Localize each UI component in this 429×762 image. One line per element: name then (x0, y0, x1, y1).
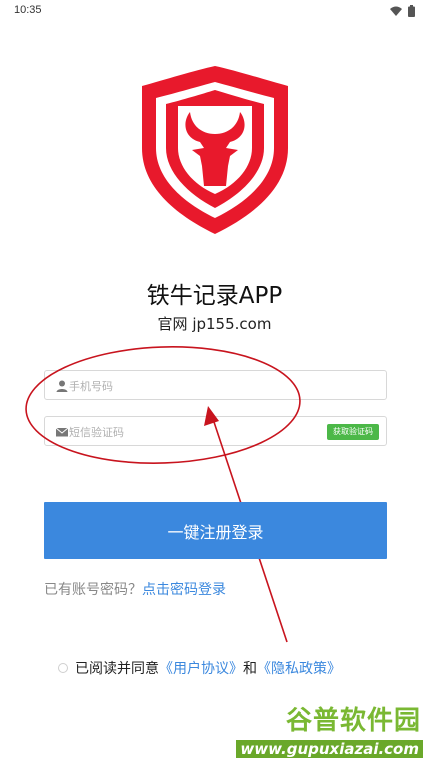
agreement-row: 已阅读并同意 《用户协议》 和 《隐私政策》 (58, 658, 341, 678)
agreement-prefix: 已阅读并同意 (75, 661, 159, 677)
user-agreement-link[interactable]: 《用户协议》 (159, 658, 243, 678)
status-icons (390, 5, 415, 17)
sms-code-field[interactable]: 获取验证码 (44, 416, 387, 446)
watermark-url: www.gupuxiazai.com (236, 740, 423, 758)
app-logo (142, 66, 288, 234)
privacy-policy-link[interactable]: 《隐私政策》 (257, 658, 341, 678)
sms-code-input[interactable] (69, 421, 329, 443)
phone-input[interactable] (69, 375, 329, 397)
register-login-button[interactable]: 一键注册登录 (44, 502, 387, 559)
app-website: 官网 jp155.com (157, 315, 272, 333)
status-time: 10:35 (14, 4, 42, 16)
password-login-link[interactable]: 点击密码登录 (142, 582, 226, 598)
phone-field[interactable] (44, 370, 387, 400)
user-icon (56, 380, 68, 392)
password-login-prefix: 已有账号密码？ (44, 582, 142, 598)
watermark: 谷普软件园 www.gupuxiazai.com (229, 698, 429, 762)
app-name: 铁牛记录APP (146, 283, 283, 309)
password-login-row: 已有账号密码？点击密码登录 (44, 579, 226, 599)
get-code-button[interactable]: 获取验证码 (327, 424, 379, 440)
agreement-checkbox[interactable] (58, 663, 68, 673)
wifi-icon (390, 6, 402, 16)
agreement-and: 和 (243, 661, 257, 677)
watermark-title: 谷普软件园 (285, 706, 421, 736)
battery-icon (408, 5, 415, 17)
status-bar: 10:35 (0, 0, 429, 22)
annotation-ellipse (25, 346, 301, 464)
mail-icon (55, 427, 69, 437)
